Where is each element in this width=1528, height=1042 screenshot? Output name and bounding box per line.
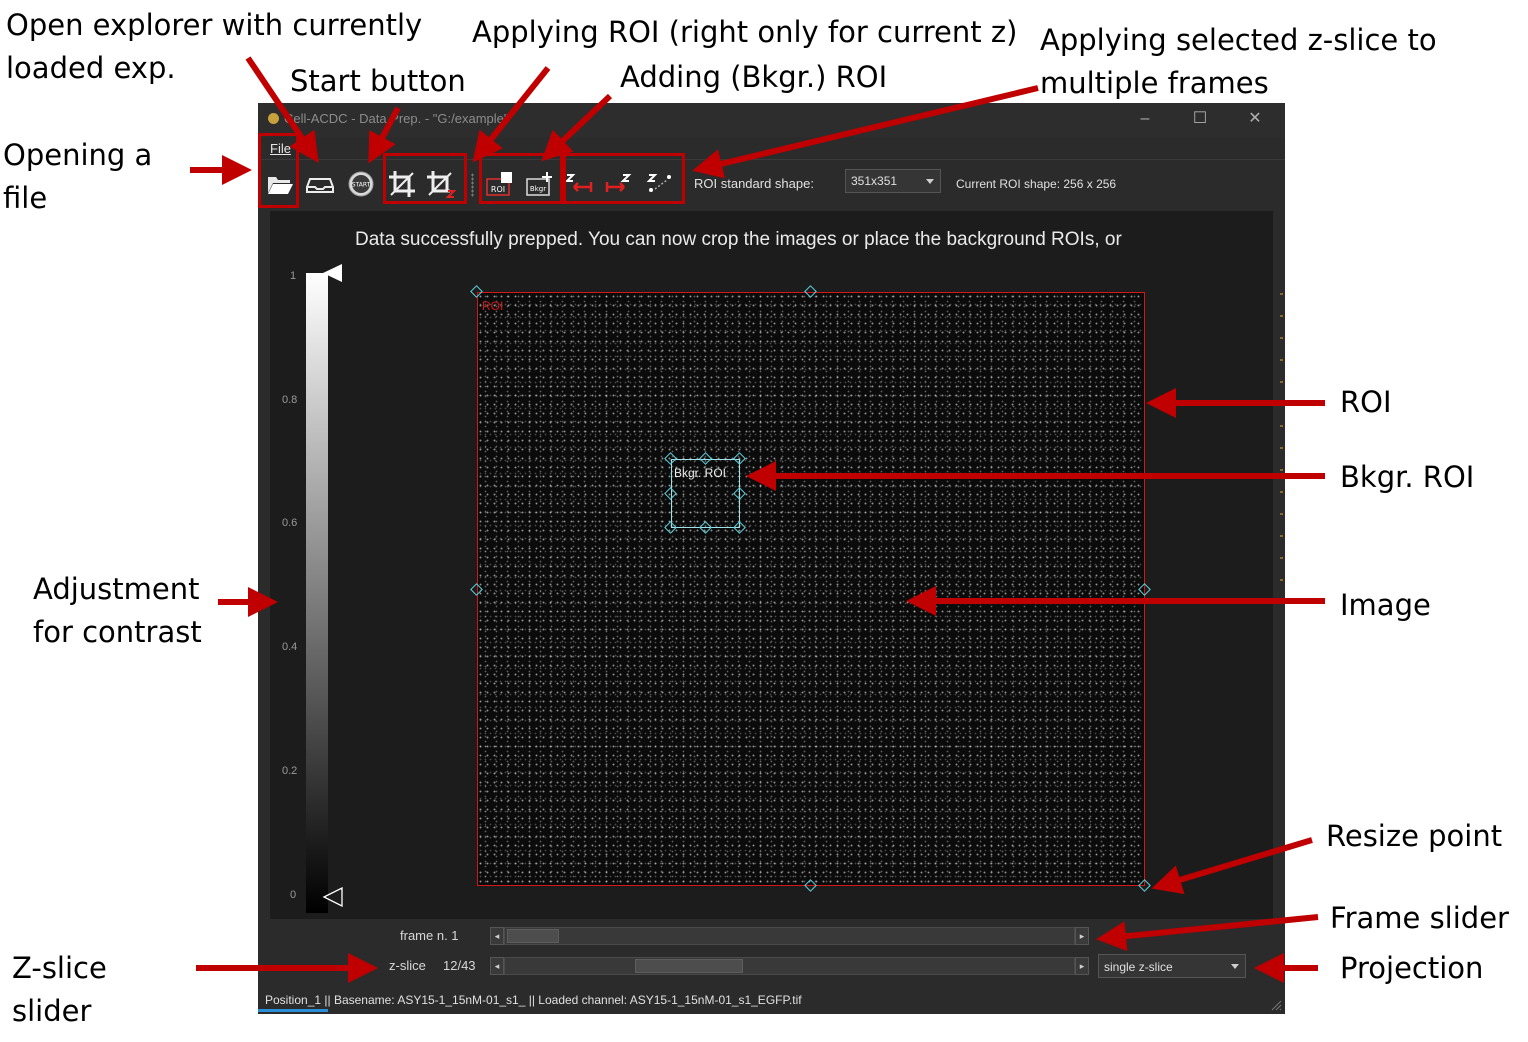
annotation-arrows: [190, 56, 1325, 983]
